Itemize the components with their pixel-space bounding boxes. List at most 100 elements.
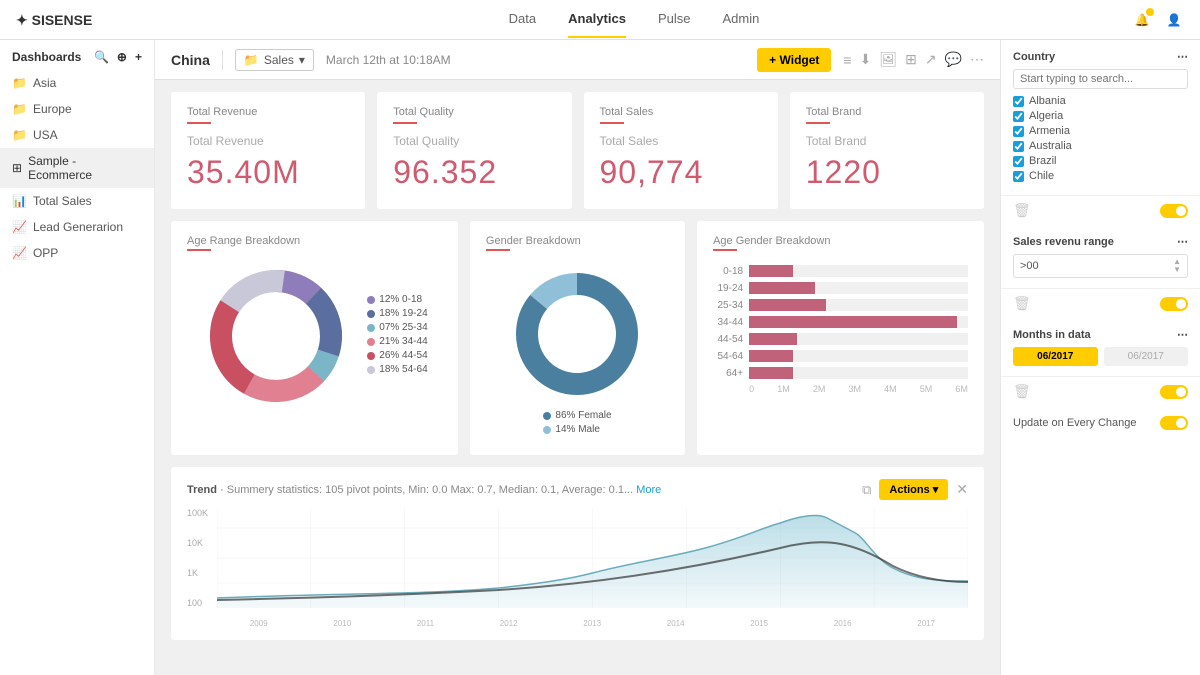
- armenia-checkbox[interactable]: [1013, 126, 1024, 137]
- nav-admin[interactable]: Admin: [722, 1, 759, 38]
- sidebar-item-usa[interactable]: 📁 USA: [0, 122, 154, 148]
- chart-icon: 📈: [12, 246, 27, 260]
- trend-more[interactable]: More: [636, 484, 661, 496]
- gender-card: Gender Breakdown 86% Female 14%: [470, 221, 685, 455]
- gender-title: Gender Breakdown: [486, 235, 669, 247]
- sidebar-title: Dashboards: [12, 50, 81, 64]
- date-end-btn[interactable]: 06/2017: [1104, 347, 1189, 366]
- arrow-down[interactable]: ▼: [1173, 266, 1181, 274]
- sidebar-label-usa: USA: [33, 128, 58, 142]
- folder-icon: 📁: [12, 76, 27, 90]
- folder-selector[interactable]: 📁 Sales ▾: [235, 49, 314, 71]
- top-nav: ✦ SISENSE Data Analytics Pulse Admin 🔔 👤: [0, 0, 1200, 40]
- search-icon[interactable]: 🔍: [94, 50, 109, 64]
- more-icon[interactable]: ⋯: [970, 51, 984, 68]
- sidebar: Dashboards 🔍 ⊕ + 📁 Asia 📁 Europe 📁 USA ⊞…: [0, 40, 155, 675]
- country-australia: Australia: [1013, 140, 1188, 152]
- country-chile: Chile: [1013, 170, 1188, 182]
- more-options-icon[interactable]: ⋯: [1177, 50, 1188, 63]
- content-area: China 📁 Sales ▾ March 12th at 10:18AM + …: [155, 40, 1000, 675]
- sidebar-item-sample[interactable]: ⊞ Sample - Ecommerce: [0, 148, 154, 188]
- delete-months-filter[interactable]: 🗑: [1013, 383, 1031, 400]
- country-filter-toggle[interactable]: [1160, 204, 1188, 218]
- close-button[interactable]: ✕: [956, 481, 968, 498]
- delete-sales-filter[interactable]: 🗑: [1013, 295, 1031, 312]
- toolbar-date: March 12th at 10:18AM: [326, 53, 745, 67]
- algeria-checkbox[interactable]: [1013, 111, 1024, 122]
- update-row: Update on Every Change: [1001, 406, 1200, 440]
- country-filter-actions: 🗑: [1001, 196, 1200, 225]
- user-icon[interactable]: 👤: [1164, 10, 1184, 30]
- delete-country-filter[interactable]: 🗑: [1013, 202, 1031, 219]
- sales-range-filter: Sales revenu range ⋯ >00 ▲ ▼: [1001, 225, 1200, 289]
- sales-range-input[interactable]: >00 ▲ ▼: [1013, 254, 1188, 278]
- gender-legend: 86% Female 14% Male: [543, 410, 611, 438]
- kpi-quality-label: Total Quality: [393, 106, 555, 118]
- age-range-donut: [201, 261, 351, 411]
- bar-row-0-18: 0-18: [713, 265, 968, 277]
- brazil-label: Brazil: [1029, 155, 1057, 167]
- kpi-sales-value: 90,774: [600, 154, 762, 191]
- notification-badge: [1146, 8, 1154, 16]
- sidebar-header: Dashboards 🔍 ⊕ +: [0, 40, 154, 70]
- chart-icon: 📈: [12, 220, 27, 234]
- add-widget-button[interactable]: + Widget: [757, 48, 831, 72]
- age-gender-title: Age Gender Breakdown: [713, 235, 968, 247]
- legend-0-18: 12% 0-18: [367, 294, 427, 305]
- format-icon[interactable]: ≡: [843, 52, 851, 68]
- more-options-icon[interactable]: ⋯: [1177, 235, 1188, 248]
- sidebar-label-leadgen: Lead Generarion: [33, 220, 123, 234]
- gender-bar: [486, 249, 510, 251]
- nav-analytics[interactable]: Analytics: [568, 1, 626, 38]
- update-toggle[interactable]: [1160, 416, 1188, 430]
- kpi-quality-title: Total Quality: [393, 134, 555, 148]
- folder-icon: 📁: [12, 102, 27, 116]
- legend-34-44: 21% 34-44: [367, 336, 427, 347]
- legend-25-34: 07% 25-34: [367, 322, 427, 333]
- sidebar-item-asia[interactable]: 📁 Asia: [0, 70, 154, 96]
- australia-checkbox[interactable]: [1013, 141, 1024, 152]
- months-filter-toggle[interactable]: [1160, 385, 1188, 399]
- expand-icon[interactable]: +: [135, 50, 142, 64]
- sidebar-item-europe[interactable]: 📁 Europe: [0, 96, 154, 122]
- albania-checkbox[interactable]: [1013, 96, 1024, 107]
- nav-pulse[interactable]: Pulse: [658, 1, 691, 38]
- share-icon[interactable]: ↗: [925, 51, 937, 68]
- kpi-revenue-label: Total Revenue: [187, 106, 349, 118]
- notification-icon[interactable]: 🔔: [1132, 10, 1152, 30]
- actions-button[interactable]: Actions ▾: [879, 479, 948, 500]
- chile-checkbox[interactable]: [1013, 171, 1024, 182]
- more-options-icon[interactable]: ⋯: [1177, 328, 1188, 341]
- kpi-sales-bar: [600, 122, 624, 124]
- age-range-bar: [187, 249, 211, 251]
- folder-label: Sales: [264, 53, 294, 67]
- sidebar-item-opp[interactable]: 📈 OPP: [0, 240, 154, 266]
- date-start-btn[interactable]: 06/2017: [1013, 347, 1098, 366]
- sidebar-item-totalsales[interactable]: 📊 Total Sales: [0, 188, 154, 214]
- nav-data[interactable]: Data: [509, 1, 536, 38]
- country-filter-title: Country ⋯: [1013, 50, 1188, 63]
- bar-row-64plus: 64+: [713, 367, 968, 379]
- add-dashboard-icon[interactable]: ⊕: [117, 50, 127, 64]
- legend-44-54: 26% 44-54: [367, 350, 427, 361]
- sales-range-value: >00: [1020, 260, 1039, 272]
- country-brazil: Brazil: [1013, 155, 1188, 167]
- sidebar-label-europe: Europe: [33, 102, 72, 116]
- image-icon[interactable]: 🖼: [879, 51, 897, 68]
- trend-title: Trend · Summery statistics: 105 pivot po…: [187, 484, 661, 496]
- trend-actions: ⧉ Actions ▾ ✕: [862, 479, 968, 500]
- comment-icon[interactable]: 💬: [945, 51, 962, 68]
- kpi-quality-bar: [393, 122, 417, 124]
- country-search-input[interactable]: [1013, 69, 1188, 89]
- kpi-quality-value: 96.352: [393, 154, 555, 191]
- sales-filter-toggle[interactable]: [1160, 297, 1188, 311]
- brazil-checkbox[interactable]: [1013, 156, 1024, 167]
- legend-male: 14% Male: [543, 424, 611, 435]
- kpi-revenue: Total Revenue Total Revenue 35.40M: [171, 92, 365, 209]
- chart-icon: 📊: [12, 194, 27, 208]
- kpi-revenue-title: Total Revenue: [187, 134, 349, 148]
- copy-icon[interactable]: ⧉: [862, 482, 871, 498]
- download-icon[interactable]: ⬇: [860, 51, 872, 68]
- table-icon[interactable]: ⊞: [905, 51, 917, 68]
- sidebar-item-leadgen[interactable]: 📈 Lead Generarion: [0, 214, 154, 240]
